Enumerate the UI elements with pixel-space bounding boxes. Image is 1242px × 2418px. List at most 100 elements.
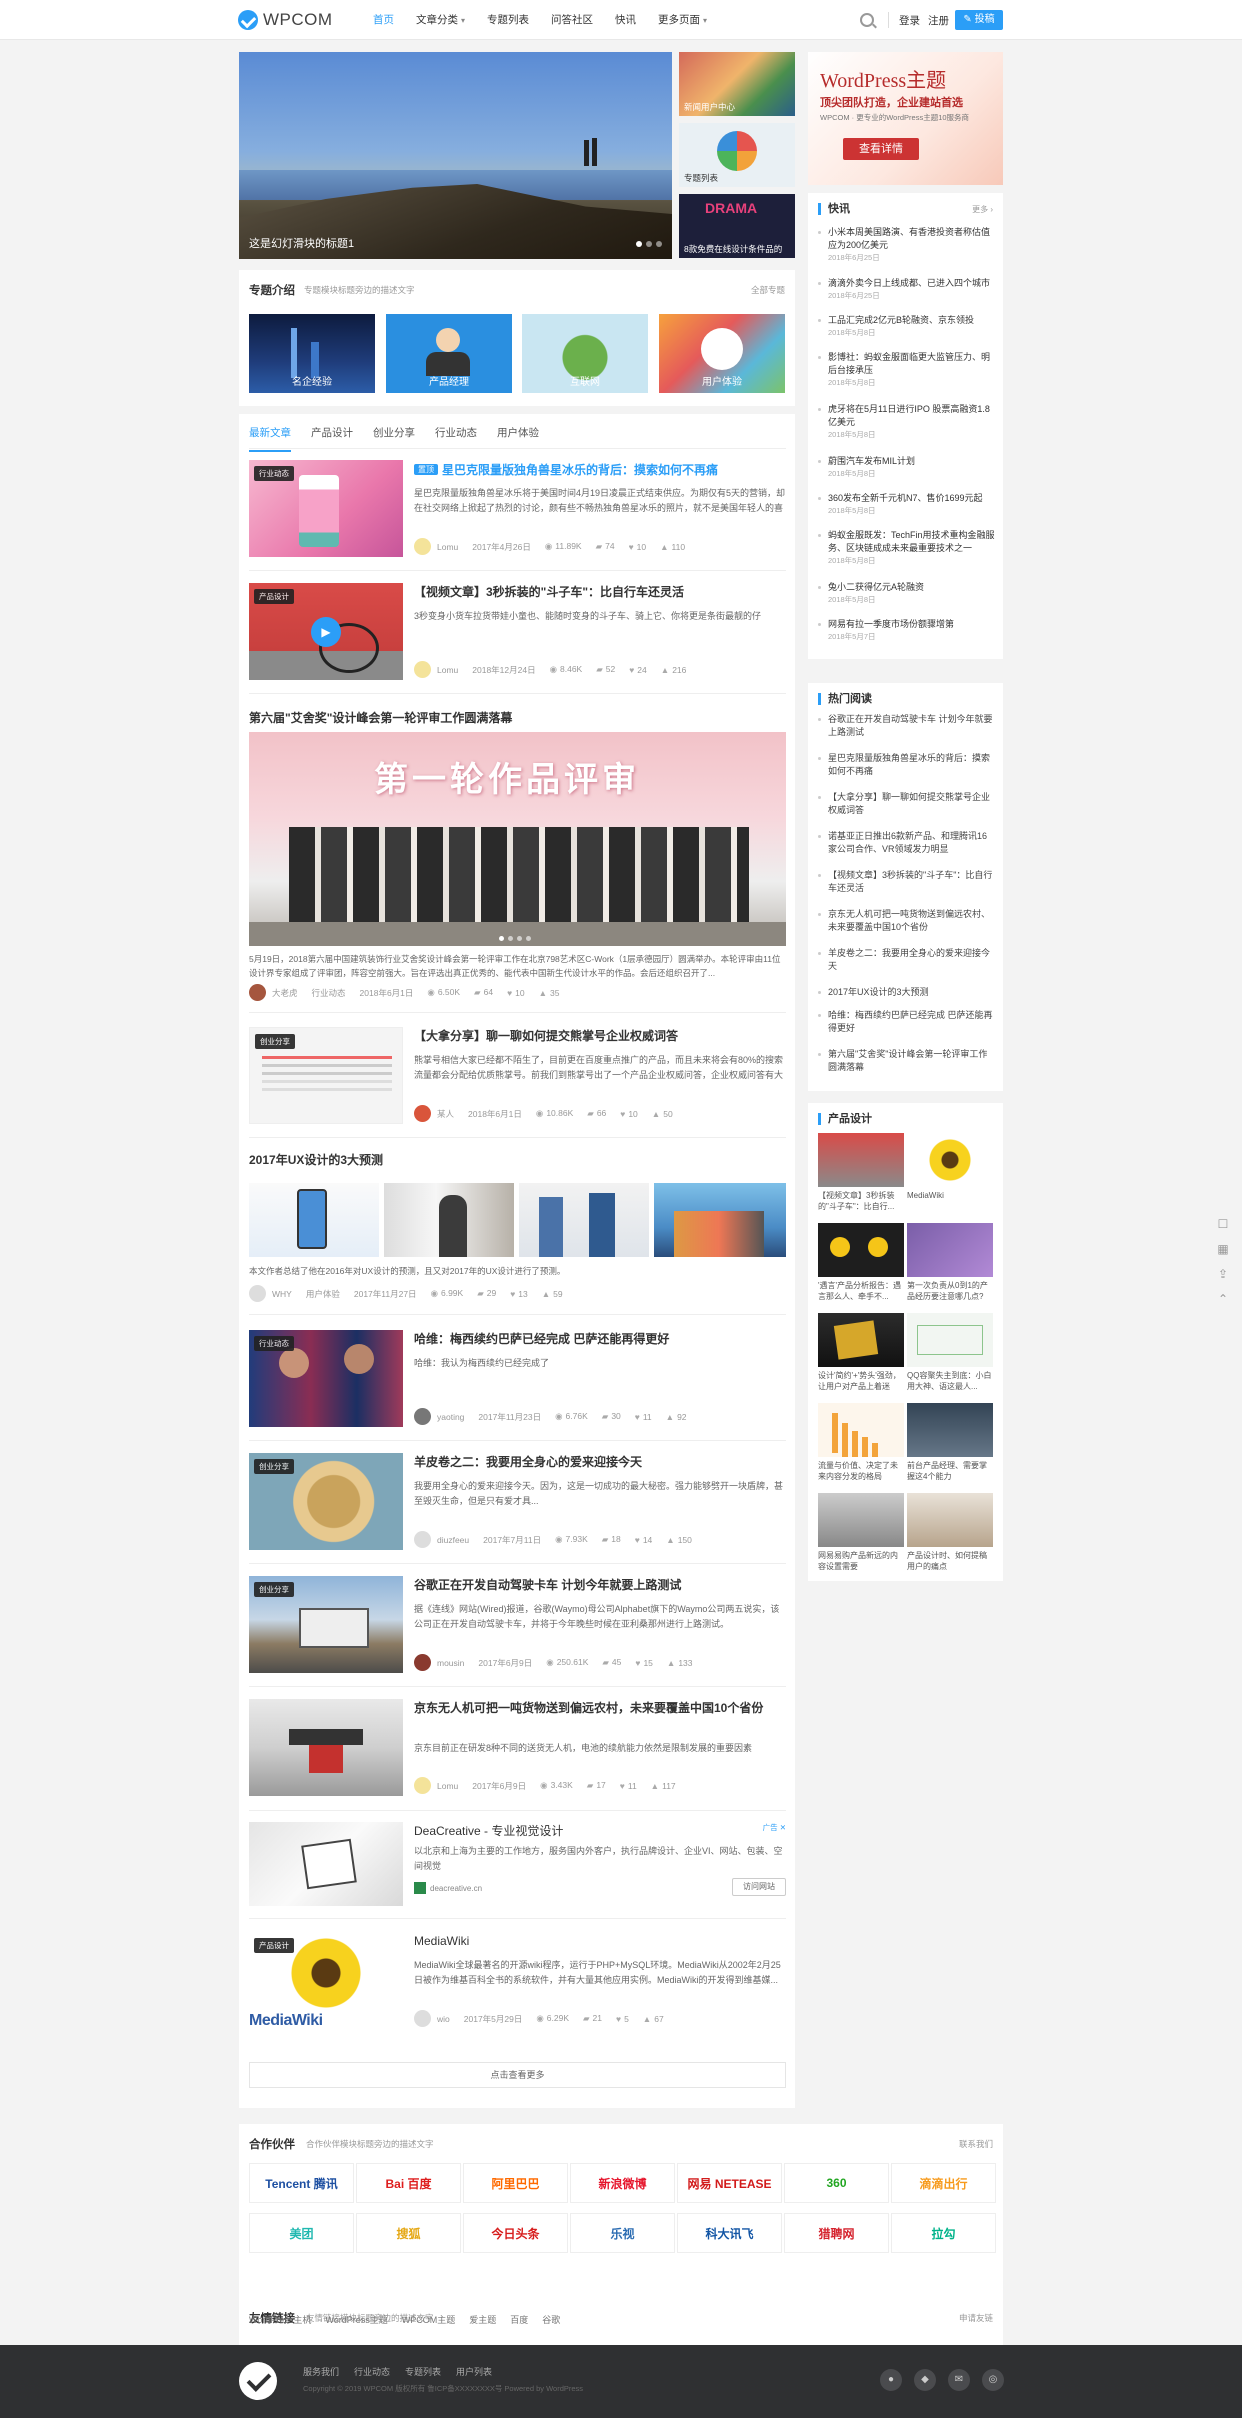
list-item[interactable]: 【大拿分享】聊一聊如何提交熊掌号企业权威词答 (818, 791, 996, 817)
list-item[interactable]: 虎牙将在5月11日进行IPO 股票高融资1.8亿美元 2018年5月8日 (818, 403, 996, 441)
ad-thumbnail[interactable] (249, 1822, 403, 1906)
list-item[interactable]: 蔚围汽车发布MIL计划 2018年5月8日 (818, 455, 996, 480)
list-item[interactable]: 蚂蚁金服既发：TechFin用技术重构金融服务、区块链成成未来最重要技术之一 20… (818, 529, 996, 567)
article-title[interactable]: MediaWiki (414, 1933, 786, 1950)
category-link[interactable]: 用户体验 (306, 1288, 340, 1300)
chat-icon[interactable]: ☐ (1215, 1216, 1231, 1232)
list-item[interactable]: 诺基亚正日推出6款新产品、和理腾讯16家公司合作、VR领域发力明显 (818, 830, 996, 856)
avatar[interactable] (414, 1654, 431, 1671)
article-image[interactable] (519, 1183, 649, 1257)
author-name[interactable]: Lomu (437, 542, 458, 552)
product-card[interactable]: QQ容聚失主到底：小白用大神、语这最人... (907, 1313, 993, 1392)
visit-site-button[interactable]: 访问网站 (732, 1878, 786, 1896)
author-name[interactable]: 某人 (437, 1108, 454, 1120)
product-card[interactable]: 【视频文章】3秒拆装的"斗子车"：比自行... (818, 1133, 904, 1212)
register-link[interactable]: 注册 (928, 13, 949, 28)
gallery-dots[interactable] (499, 936, 531, 941)
list-item[interactable]: 羊皮卷之二：我要用全身心的爱来迎接今天 (818, 947, 996, 973)
product-card[interactable]: MediaWiki (907, 1133, 993, 1212)
partner-logo[interactable]: 拉勾 (891, 2213, 996, 2253)
article-thumbnail[interactable]: 创业分享 (249, 1027, 403, 1124)
friend-link[interactable]: WordPress主题 (325, 2313, 387, 2326)
article-item[interactable]: 京东无人机可把一吨货物送到偏远农村，未来要覆盖中国10个省份 京东目前正在研发8… (249, 1699, 786, 1796)
nav-item-qa[interactable]: 问答社区 (540, 0, 604, 40)
ad-banner[interactable]: WordPress主题 顶尖团队打造，企业建站首选 WPCOM · 更专业的Wo… (808, 52, 1003, 185)
article-item[interactable]: MediaWiki 产品设计 MediaWiki MediaWiki全球最著名的… (249, 1932, 786, 2029)
footer-link[interactable]: 专题列表 (405, 2365, 441, 2378)
nav-item-categories[interactable]: 文章分类 ▾ (405, 0, 476, 40)
article-title[interactable]: 【大拿分享】聊一聊如何提交熊掌号企业权威词答 (414, 1028, 786, 1045)
article-item[interactable]: 创业分享 谷歌正在开发自动驾驶卡车 计划今年就要上路测试 据《连线》网站(Wir… (249, 1576, 786, 1673)
product-card[interactable]: 第一次负责从0到1的产品经历要注意哪几点? (907, 1223, 993, 1302)
partner-logo[interactable]: 猎聘网 (784, 2213, 889, 2253)
list-item[interactable]: 网易有拉一季度市场份额骤增第 2018年5月7日 (818, 618, 996, 643)
partner-logo[interactable]: 网易 NETEASE (677, 2163, 782, 2203)
avatar[interactable] (249, 984, 266, 1001)
search-icon[interactable] (860, 13, 874, 27)
product-card[interactable]: 前台产品经理、需要掌握这4个能力 (907, 1403, 993, 1482)
author-name[interactable]: 大老虎 (272, 987, 298, 999)
partner-logo[interactable]: Tencent 腾讯 (249, 2163, 354, 2203)
article-title[interactable]: 【视频文章】3秒拆装的"斗子车"：比自行车还灵活 (414, 584, 786, 601)
apple-icon[interactable]: ● (880, 2369, 902, 2391)
partner-logo[interactable]: 360 (784, 2163, 889, 2203)
side-thumb[interactable]: 新闻用户中心 (679, 52, 795, 116)
tab-ux[interactable]: 用户体验 (497, 425, 539, 452)
weibo-icon[interactable]: ◎ (982, 2369, 1004, 2391)
load-more-button[interactable]: 点击查看更多 (249, 2062, 786, 2088)
article-thumbnail[interactable]: 创业分享 (249, 1453, 403, 1550)
product-card[interactable]: 设计'简约'+'势头'强劲，让用户对产品上着迷 (818, 1313, 904, 1392)
article-thumbnail[interactable]: ▶ 产品设计 (249, 583, 403, 680)
list-item[interactable]: 【视频文章】3秒拆装的"斗子车"：比自行车还灵活 (818, 869, 996, 895)
author-name[interactable]: mousin (437, 1658, 464, 1668)
article-title[interactable]: 京东无人机可把一吨货物送到偏远农村，未来要覆盖中国10个省份 (414, 1700, 786, 1717)
contact-us-link[interactable]: 联系我们 (959, 2138, 993, 2150)
list-item[interactable]: 星巴克限量版独角兽星冰乐的背后：摸索如何不再痛 (818, 752, 996, 778)
article-title[interactable]: 2017年UX设计的3大预测 (249, 1151, 383, 1168)
ad-details-button[interactable]: 查看详情 (843, 138, 919, 160)
friend-link[interactable]: WPCOM主题 (402, 2313, 456, 2326)
product-card[interactable]: 产品设计时、如何提稿用户的痛点 (907, 1493, 993, 1572)
article-item[interactable]: 创业分享 羊皮卷之二：我要用全身心的爱来迎接今天 我要用全身心的爱来迎接今天。因… (249, 1453, 786, 1550)
list-item[interactable]: 小米本周美国路演、有香港投资者称估值应为200亿美元 2018年6月25日 (818, 226, 996, 264)
tab-product-design[interactable]: 产品设计 (311, 425, 353, 452)
sponsored-ad[interactable]: DeaCreative - 专业视觉设计 以北京和上海为主要的工作地方，服务国内… (249, 1822, 786, 1906)
article-title[interactable]: 置顶 星巴克限量版独角兽星冰乐的背后：摸索如何不再痛 (414, 461, 786, 479)
nav-item-more[interactable]: 更多页面 ▾ (647, 0, 718, 40)
tab-industry[interactable]: 行业动态 (435, 425, 477, 452)
article-thumbnail[interactable]: 行业动态 (249, 460, 403, 557)
article-thumbnail[interactable] (249, 1699, 403, 1796)
play-icon[interactable]: ▶ (311, 617, 341, 647)
avatar[interactable] (414, 1105, 431, 1122)
avatar[interactable] (414, 1408, 431, 1425)
list-item[interactable]: 第六届"艾舍奖"设计峰会第一轮评审工作圆满落幕 (818, 1048, 996, 1074)
article-thumbnail[interactable]: 创业分享 (249, 1576, 403, 1673)
footer-logo-icon[interactable] (239, 2362, 277, 2400)
article-item[interactable]: 行业动态 哈维：梅西续约巴萨已经完成 巴萨还能再得更好 哈维：我认为梅西续约已经… (249, 1330, 786, 1427)
avatar[interactable] (414, 2010, 431, 2027)
article-image[interactable] (654, 1183, 786, 1257)
qrcode-icon[interactable]: ▦ (1215, 1241, 1231, 1257)
list-item[interactable]: 京东无人机可把一吨货物送到偏远农村、未来要覆盖中国10个省份 (818, 908, 996, 934)
share-icon[interactable]: ⇪ (1215, 1266, 1231, 1282)
post-button[interactable]: ✎ 投稿 (955, 10, 1003, 30)
list-item[interactable]: 影博社：蚂蚁金服面临更大监管压力、明后台接承压 2018年5月8日 (818, 351, 996, 389)
avatar[interactable] (414, 538, 431, 555)
list-item[interactable]: 2017年UX设计的3大预测 (818, 986, 996, 999)
friend-link[interactable]: 谷歌 (542, 2313, 560, 2326)
article-item[interactable]: ▶ 产品设计 【视频文章】3秒拆装的"斗子车"：比自行车还灵活 3秒变身小货车拉… (249, 583, 786, 680)
hero-slider[interactable]: 这是幻灯滑块的标题1 (239, 52, 672, 259)
article-image[interactable] (384, 1183, 514, 1257)
login-link[interactable]: 登录 (899, 13, 920, 28)
article-image[interactable] (249, 1183, 379, 1257)
ad-tag[interactable]: 广告 ✕ (763, 1822, 786, 1833)
partner-logo[interactable]: 搜狐 (356, 2213, 461, 2253)
nav-item-home[interactable]: 首页 (362, 0, 405, 40)
side-thumb[interactable]: 专题列表 (679, 123, 795, 187)
article-title[interactable]: 第六届"艾舍奖"设计峰会第一轮评审工作圆满落幕 (249, 709, 512, 726)
ad-title[interactable]: DeaCreative - 专业视觉设计 (414, 1823, 786, 1840)
product-card[interactable]: 网易易购产品新远的内容设置需要 (818, 1493, 904, 1572)
apply-link[interactable]: 申请友链 (959, 2312, 993, 2324)
wechat-icon[interactable]: ✉ (948, 2369, 970, 2391)
list-item[interactable]: 工品汇完成2亿元B轮融资、京东领投 2018年5月8日 (818, 314, 996, 339)
